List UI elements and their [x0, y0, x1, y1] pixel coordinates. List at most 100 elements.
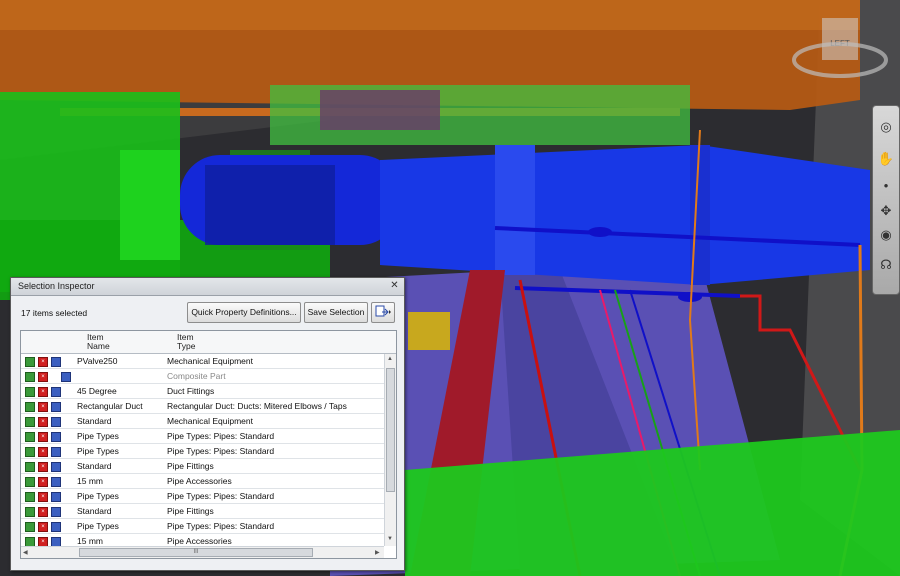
- play-icon[interactable]: [25, 492, 35, 502]
- table-row[interactable]: × Pipe Types Pipe Types: Pipes: Standard: [21, 444, 384, 459]
- ceiling-top: [0, 0, 860, 30]
- delete-icon[interactable]: ×: [38, 477, 48, 487]
- grid-header: Item Name Item Type: [21, 331, 396, 354]
- delete-icon[interactable]: ×: [38, 507, 48, 517]
- scroll-up-icon: ▲: [387, 356, 393, 362]
- play-icon[interactable]: [25, 462, 35, 472]
- cell-item-name: Pipe Types: [77, 521, 119, 531]
- delete-icon[interactable]: ×: [38, 402, 48, 412]
- object-icon[interactable]: [61, 372, 71, 382]
- play-icon[interactable]: [25, 507, 35, 517]
- play-icon[interactable]: [25, 357, 35, 367]
- orbit-icon[interactable]: ◉: [877, 226, 895, 244]
- zoom-icon[interactable]: ✥: [877, 202, 895, 220]
- valve-2: [678, 292, 702, 302]
- table-row[interactable]: × Pipe Types Pipe Types: Pipes: Standard: [21, 429, 384, 444]
- delete-icon[interactable]: ×: [38, 462, 48, 472]
- close-icon[interactable]: ✕: [388, 280, 401, 292]
- horizontal-scrollbar[interactable]: ◀ III ▶: [21, 546, 384, 558]
- play-icon[interactable]: [25, 387, 35, 397]
- duct-joint: [495, 145, 535, 275]
- table-row[interactable]: × Rectangular Duct Rectangular Duct: Ducts…: [21, 399, 384, 414]
- object-icon[interactable]: [51, 432, 61, 442]
- selection-inspector-panel: Selection Inspector ✕ 17 items selected …: [10, 277, 405, 571]
- play-icon[interactable]: [25, 447, 35, 457]
- cell-item-type: Mechanical Equipment: [167, 416, 253, 426]
- duct-left-box: [205, 165, 335, 245]
- quick-property-definitions-button[interactable]: Quick Property Definitions...: [187, 302, 301, 323]
- object-icon[interactable]: [51, 507, 61, 517]
- cell-item-name: PValve250: [77, 356, 118, 366]
- scroll-right-icon: ▶: [375, 550, 380, 556]
- table-row[interactable]: × 45 Degree Duct Fittings: [21, 384, 384, 399]
- play-icon[interactable]: [25, 477, 35, 487]
- column-header-item-name[interactable]: Item Name: [87, 333, 110, 351]
- save-selection-button[interactable]: Save Selection: [304, 302, 368, 323]
- object-icon[interactable]: [51, 357, 61, 367]
- delete-icon[interactable]: ×: [38, 387, 48, 397]
- green-block-front: [120, 150, 180, 260]
- table-row[interactable]: × Standard Pipe Fittings: [21, 459, 384, 474]
- navigation-bar: ◎ ✋ • ✥ ◉ ☊: [872, 105, 900, 295]
- object-icon[interactable]: [51, 402, 61, 412]
- object-icon[interactable]: [51, 522, 61, 532]
- table-row[interactable]: × Standard Pipe Fittings: [21, 504, 384, 519]
- play-icon[interactable]: [25, 522, 35, 532]
- cell-item-type: Composite Part: [167, 371, 226, 381]
- table-row[interactable]: × Standard Mechanical Equipment: [21, 414, 384, 429]
- play-icon[interactable]: [25, 417, 35, 427]
- cell-item-name: Rectangular Duct: [77, 401, 143, 411]
- cell-item-name: Standard: [77, 506, 112, 516]
- object-icon[interactable]: [51, 387, 61, 397]
- cell-item-type: Pipe Fittings: [167, 461, 214, 471]
- cell-item-type: Pipe Types: Pipes: Standard: [167, 491, 275, 501]
- export-icon-glyph: [375, 305, 391, 317]
- cell-item-type: Pipe Accessories: [167, 476, 232, 486]
- cell-item-name: Pipe Types: [77, 431, 119, 441]
- dot-icon[interactable]: •: [877, 176, 895, 194]
- selection-grid: Item Name Item Type × PValve250 Mechanical E…: [20, 330, 397, 559]
- object-icon[interactable]: [51, 462, 61, 472]
- cell-item-type: Pipe Types: Pipes: Standard: [167, 446, 275, 456]
- delete-icon[interactable]: ×: [38, 447, 48, 457]
- export-icon[interactable]: [371, 302, 395, 323]
- object-icon[interactable]: [51, 417, 61, 427]
- cell-item-name: 45 Degree: [77, 386, 117, 396]
- delete-icon[interactable]: ×: [38, 417, 48, 427]
- play-icon[interactable]: [25, 432, 35, 442]
- delete-icon[interactable]: ×: [38, 357, 48, 367]
- table-row[interactable]: × Composite Part: [21, 369, 384, 384]
- yellow-box: [408, 312, 450, 350]
- selected-count: 17 items selected: [21, 308, 88, 318]
- scroll-down-icon: ▼: [387, 536, 393, 542]
- table-row[interactable]: × 15 mm Pipe Accessories: [21, 474, 384, 489]
- delete-icon[interactable]: ×: [38, 432, 48, 442]
- cell-item-type: Rectangular Duct: Ducts: Mitered Elbows …: [167, 401, 347, 411]
- delete-icon[interactable]: ×: [38, 522, 48, 532]
- cell-item-name: Pipe Types: [77, 446, 119, 456]
- pan-hand-icon[interactable]: ✋: [877, 150, 895, 168]
- table-row[interactable]: × PValve250 Mechanical Equipment: [21, 354, 384, 369]
- object-icon[interactable]: [51, 477, 61, 487]
- delete-icon[interactable]: ×: [38, 492, 48, 502]
- play-icon[interactable]: [25, 402, 35, 412]
- delete-icon[interactable]: ×: [38, 372, 48, 382]
- object-icon[interactable]: [51, 447, 61, 457]
- column-header-item-type[interactable]: Item Type: [177, 333, 195, 351]
- cell-item-name: Standard: [77, 416, 112, 426]
- look-icon[interactable]: ☊: [877, 256, 895, 274]
- play-icon[interactable]: [25, 372, 35, 382]
- cell-item-type: Duct Fittings: [167, 386, 215, 396]
- horizontal-scroll-thumb[interactable]: III: [79, 548, 313, 557]
- panel-title-bar[interactable]: Selection Inspector ✕: [11, 278, 404, 296]
- table-row[interactable]: × Pipe Types Pipe Types: Pipes: Standard: [21, 489, 384, 504]
- duct-main: [380, 145, 870, 285]
- object-icon[interactable]: [51, 492, 61, 502]
- vertical-scroll-thumb[interactable]: [386, 368, 395, 492]
- cell-item-type: Pipe Types: Pipes: Standard: [167, 521, 275, 531]
- dark-box: [320, 90, 440, 130]
- table-row[interactable]: × Pipe Types Pipe Types: Pipes: Standard: [21, 519, 384, 534]
- vertical-scrollbar[interactable]: ▲ ▼: [384, 354, 396, 546]
- steering-wheel-icon[interactable]: ◎: [877, 118, 895, 136]
- cell-item-type: Mechanical Equipment: [167, 356, 253, 366]
